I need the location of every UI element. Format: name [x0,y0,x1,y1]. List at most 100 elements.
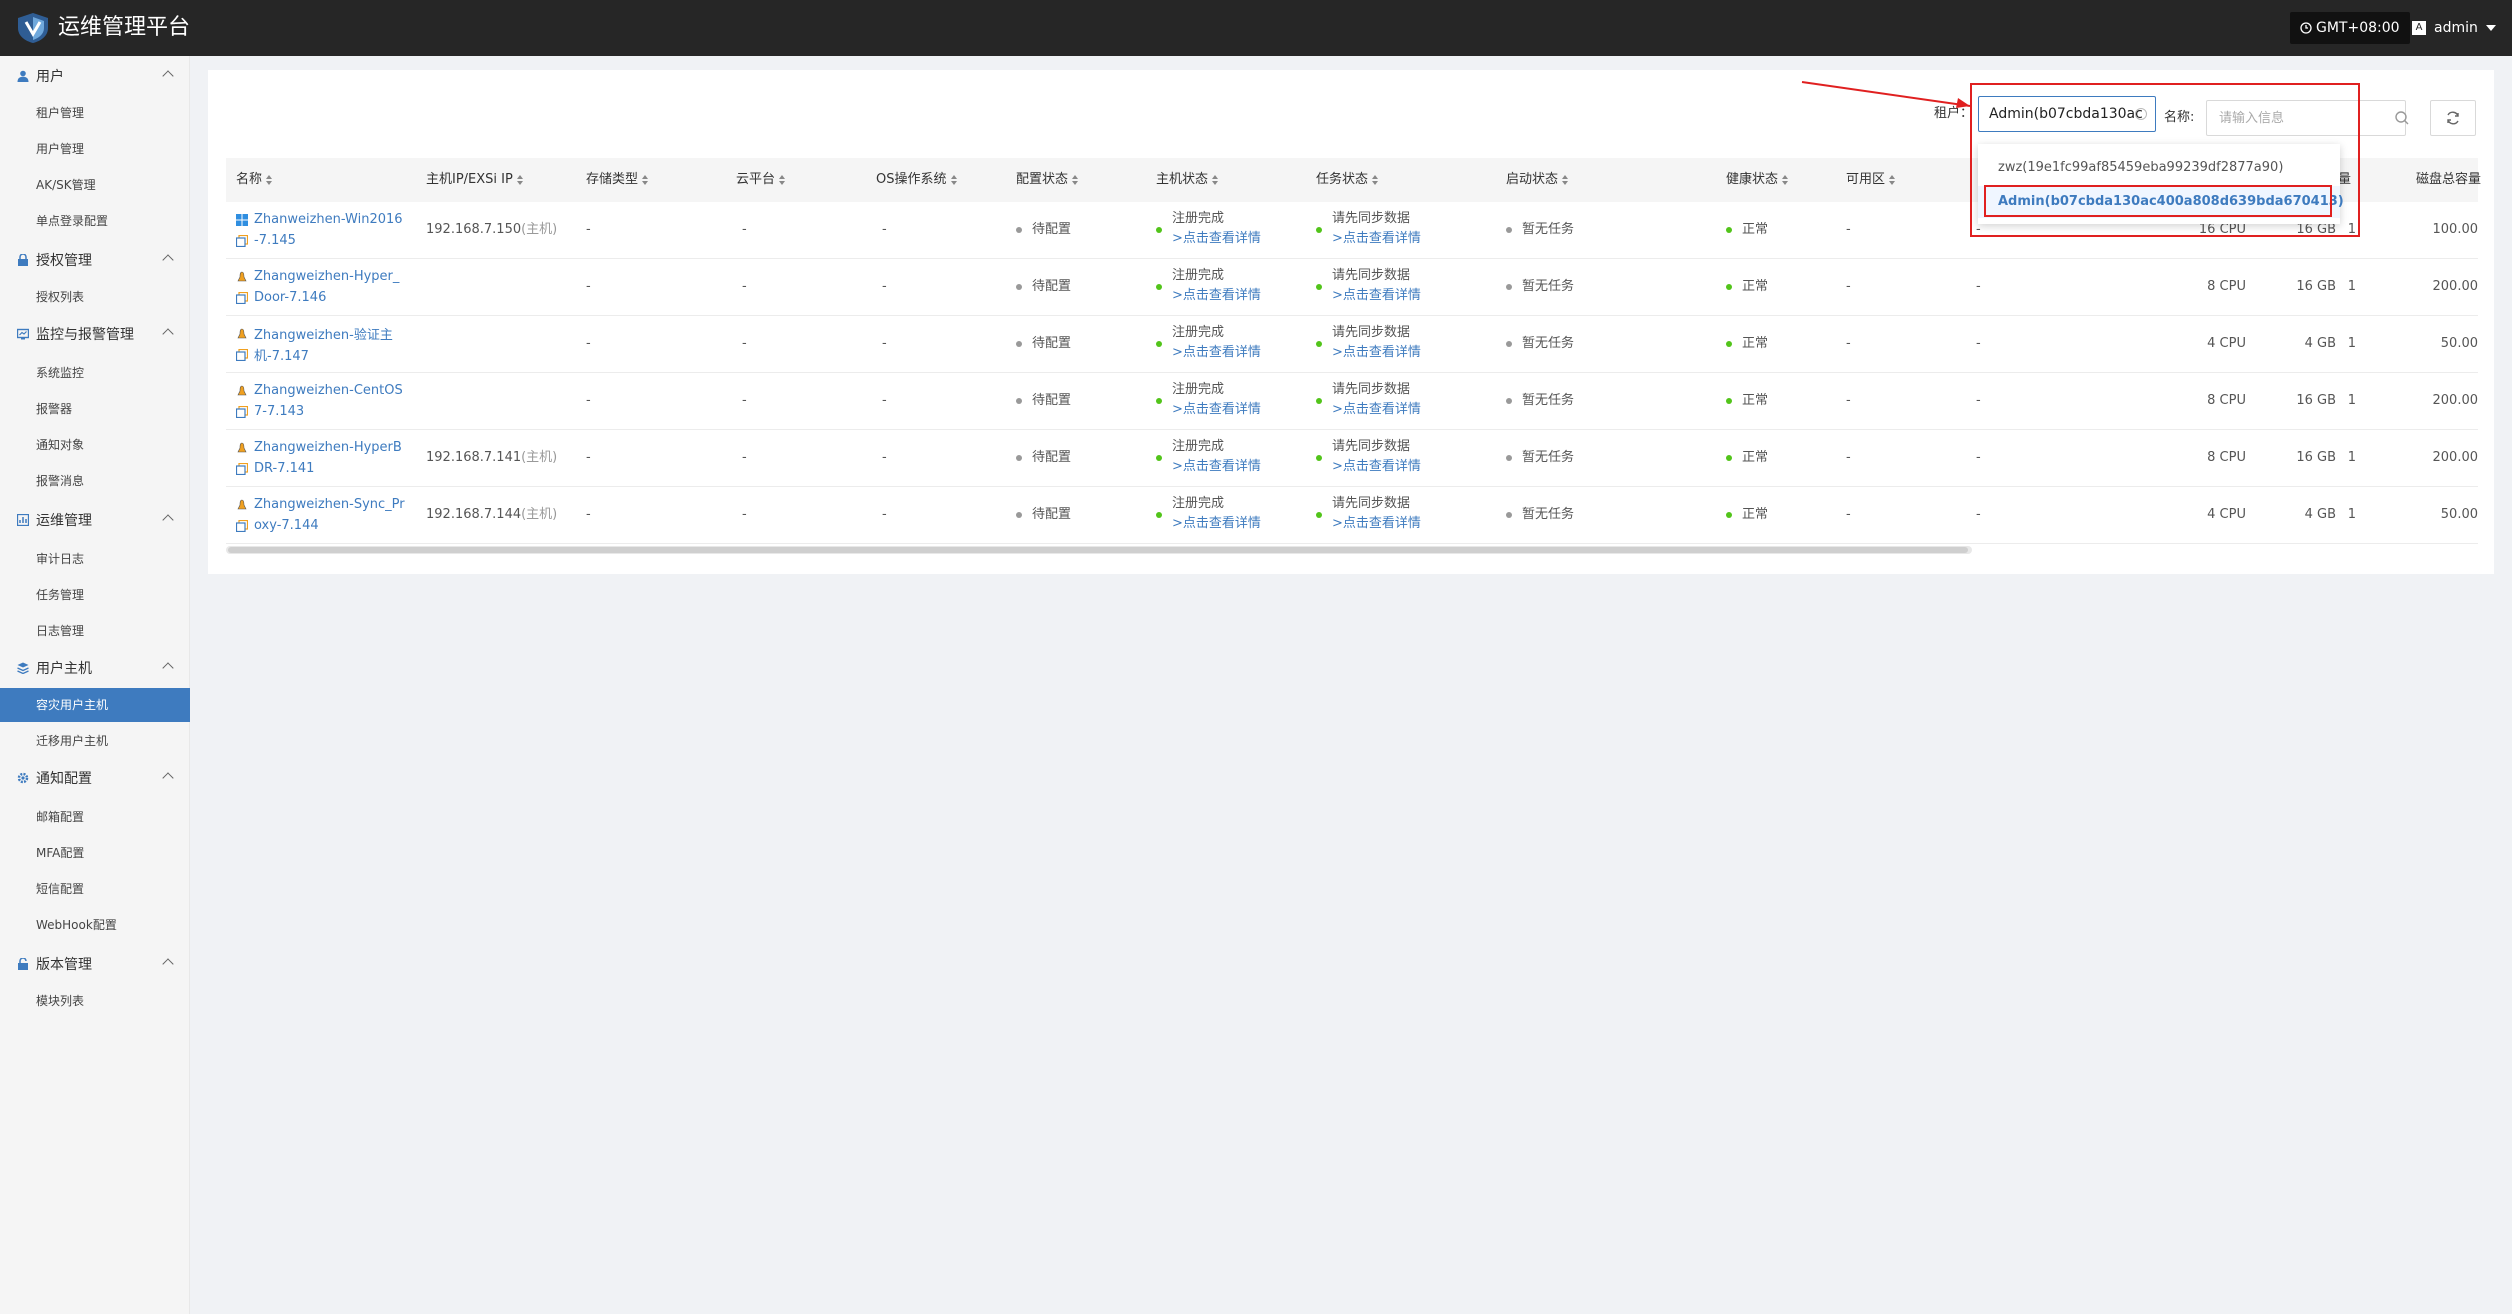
sidebar-item-tasks[interactable]: 任务管理 [0,578,190,612]
sidebar-item-license-list[interactable]: 授权列表 [0,280,190,314]
task-detail-link[interactable]: >点击查看详情 [1316,457,1421,477]
sidebar-item-sms-config[interactable]: 短信配置 [0,872,190,906]
search-icon[interactable] [2394,110,2410,126]
host-name-link[interactable]: Zhangweizhen-验证主 [254,324,393,343]
column-header-config[interactable]: 配置状态 [1016,158,1079,202]
sidebar-item-aksk[interactable]: AK/SK管理 [0,168,190,202]
copy-icon[interactable] [236,405,248,418]
sidebar-item-users[interactable]: 用户管理 [0,132,190,166]
column-header-os[interactable]: OS操作系统 [876,158,957,202]
horizontal-scrollbar[interactable] [226,546,1972,554]
sort-icon[interactable] [1212,174,1219,185]
column-header-ip[interactable]: 主机IP/EXSi IP [426,158,523,202]
sort-icon[interactable] [516,174,523,185]
sort-icon[interactable] [1562,174,1569,185]
sort-icon[interactable] [1889,174,1896,185]
sidebar-item-notify-target[interactable]: 通知对象 [0,428,190,462]
tenant-select[interactable]: Admin(b07cbda130ac [1978,96,2156,132]
host-detail-link[interactable]: >点击查看详情 [1156,286,1261,306]
host-name-link-2[interactable]: -7.145 [254,233,296,248]
host-detail-link[interactable]: >点击查看详情 [1156,514,1261,534]
column-header-zone[interactable]: 可用区 [1846,158,1896,202]
sort-icon[interactable] [950,174,957,185]
host-detail-link[interactable]: >点击查看详情 [1156,343,1261,363]
task-detail-link[interactable]: >点击查看详情 [1316,229,1421,249]
column-header-disk[interactable]: 磁盘总容量 [2416,158,2481,202]
tenant-option[interactable]: zwz(19e1fc99af85459eba99239df2877a90) [1978,152,2340,184]
sidebar-item-logs[interactable]: 日志管理 [0,614,190,648]
host-name-link-2[interactable]: DR-7.141 [254,461,314,476]
host-name-link[interactable]: Zhanweizhen-Win2016 [254,212,403,227]
host-name-link[interactable]: Zhangweizhen-Sync_Pr [254,497,405,512]
sidebar-group-ops[interactable]: 运维管理 [0,504,190,536]
sidebar-item-mail-config[interactable]: 邮箱配置 [0,800,190,834]
count-cell: 1 [2347,336,2356,351]
sidebar-item-webhook-config[interactable]: WebHook配置 [0,908,190,942]
sidebar-item-module-list[interactable]: 模块列表 [0,984,190,1018]
table-row[interactable]: Zhangweizhen-Sync_Pr oxy-7.144 192.168.7.1… [226,487,2478,544]
table-row[interactable]: Zhangweizhen-验证主 机-7.147 - - - 待配置 注册完成 >点击查看详情… [226,316,2478,373]
sidebar-group-notify-config[interactable]: 通知配置 [0,762,190,794]
sidebar-item-mfa-config[interactable]: MFA配置 [0,836,190,870]
tenant-option-selected[interactable]: Admin(b07cbda130ac400a808d639bda670413) [1978,186,2344,218]
column-header-host-status[interactable]: 主机状态 [1156,158,1219,202]
timezone-badge[interactable]: GMT+08:00 [2290,12,2410,44]
copy-icon[interactable] [236,348,248,361]
column-header-health[interactable]: 健康状态 [1726,158,1789,202]
sidebar-group-monitor[interactable]: 监控与报警管理 [0,318,190,350]
sidebar-item-dr-hosts[interactable]: 容灾用户主机 [0,688,190,722]
sidebar-group-version[interactable]: 版本管理 [0,948,190,980]
host-name-link[interactable]: Zhangweizhen-CentOS [254,383,403,398]
copy-icon[interactable] [236,234,248,247]
sidebar-item-alarm[interactable]: 报警器 [0,392,190,426]
sidebar-item-system-monitor[interactable]: 系统监控 [0,356,190,390]
status-dot [1506,454,1512,461]
host-name-link-2[interactable]: 机-7.147 [254,345,309,364]
sort-icon[interactable] [1782,174,1789,185]
host-name-link[interactable]: Zhangweizhen-HyperB [254,440,402,455]
user-menu[interactable]: A admin [2412,12,2496,44]
column-header-task-status[interactable]: 任务状态 [1316,158,1379,202]
host-name-link-2[interactable]: 7-7.143 [254,404,304,419]
host-name-link-2[interactable]: Door-7.146 [254,290,326,305]
table-row[interactable]: Zhangweizhen-HyperB DR-7.141 192.168.7.141… [226,430,2478,487]
sidebar-item-audit-log[interactable]: 审计日志 [0,542,190,576]
sort-icon[interactable] [779,174,786,185]
table-row[interactable]: Zhangweizhen-Hyper_ Door-7.146 - - - 待配置 注册完成 >… [226,259,2478,316]
sidebar-item-tenant[interactable]: 租户管理 [0,96,190,130]
copy-icon[interactable] [236,462,248,475]
sort-icon[interactable] [1372,174,1379,185]
sidebar-item-sso[interactable]: 单点登录配置 [0,204,190,238]
host-name-link[interactable]: Zhangweizhen-Hyper_ [254,269,399,284]
sidebar-group-license[interactable]: 授权管理 [0,244,190,276]
column-header-storage[interactable]: 存储类型 [586,158,649,202]
column-header-name[interactable]: 名称 [236,158,273,202]
refresh-button[interactable] [2430,100,2476,136]
host-detail-link[interactable]: >点击查看详情 [1156,457,1261,477]
zone-cell-2: - [1976,336,1981,351]
table-row[interactable]: Zhangweizhen-CentOS 7-7.143 - - - 待配置 注册完成 >点击查… [226,373,2478,430]
zone-cell: - [1846,336,1851,351]
sort-icon[interactable] [642,174,649,185]
task-detail-link[interactable]: >点击查看详情 [1316,514,1421,534]
clear-icon[interactable] [2135,108,2147,120]
column-header-label: 启动状态 [1506,172,1559,187]
host-detail-link[interactable]: >点击查看详情 [1156,229,1261,249]
sidebar-item-migration-hosts[interactable]: 迁移用户主机 [0,724,190,758]
task-detail-link[interactable]: >点击查看详情 [1316,400,1421,420]
sort-icon[interactable] [1072,174,1079,185]
scrollbar-thumb[interactable] [228,547,1968,553]
column-header-cloud[interactable]: 云平台 [736,158,786,202]
sidebar-item-alarm-msg[interactable]: 报警消息 [0,464,190,498]
sidebar-group-user[interactable]: 用户 [0,60,190,92]
sort-icon[interactable] [266,174,273,185]
task-detail-link[interactable]: >点击查看详情 [1316,286,1421,306]
task-detail-link[interactable]: >点击查看详情 [1316,343,1421,363]
name-search-input[interactable] [2206,100,2406,136]
copy-icon[interactable] [236,291,248,304]
host-name-link-2[interactable]: oxy-7.144 [254,518,319,533]
sidebar-group-hosts[interactable]: 用户主机 [0,652,190,684]
host-detail-link[interactable]: >点击查看详情 [1156,400,1261,420]
column-header-boot-status[interactable]: 启动状态 [1506,158,1569,202]
copy-icon[interactable] [236,519,248,532]
